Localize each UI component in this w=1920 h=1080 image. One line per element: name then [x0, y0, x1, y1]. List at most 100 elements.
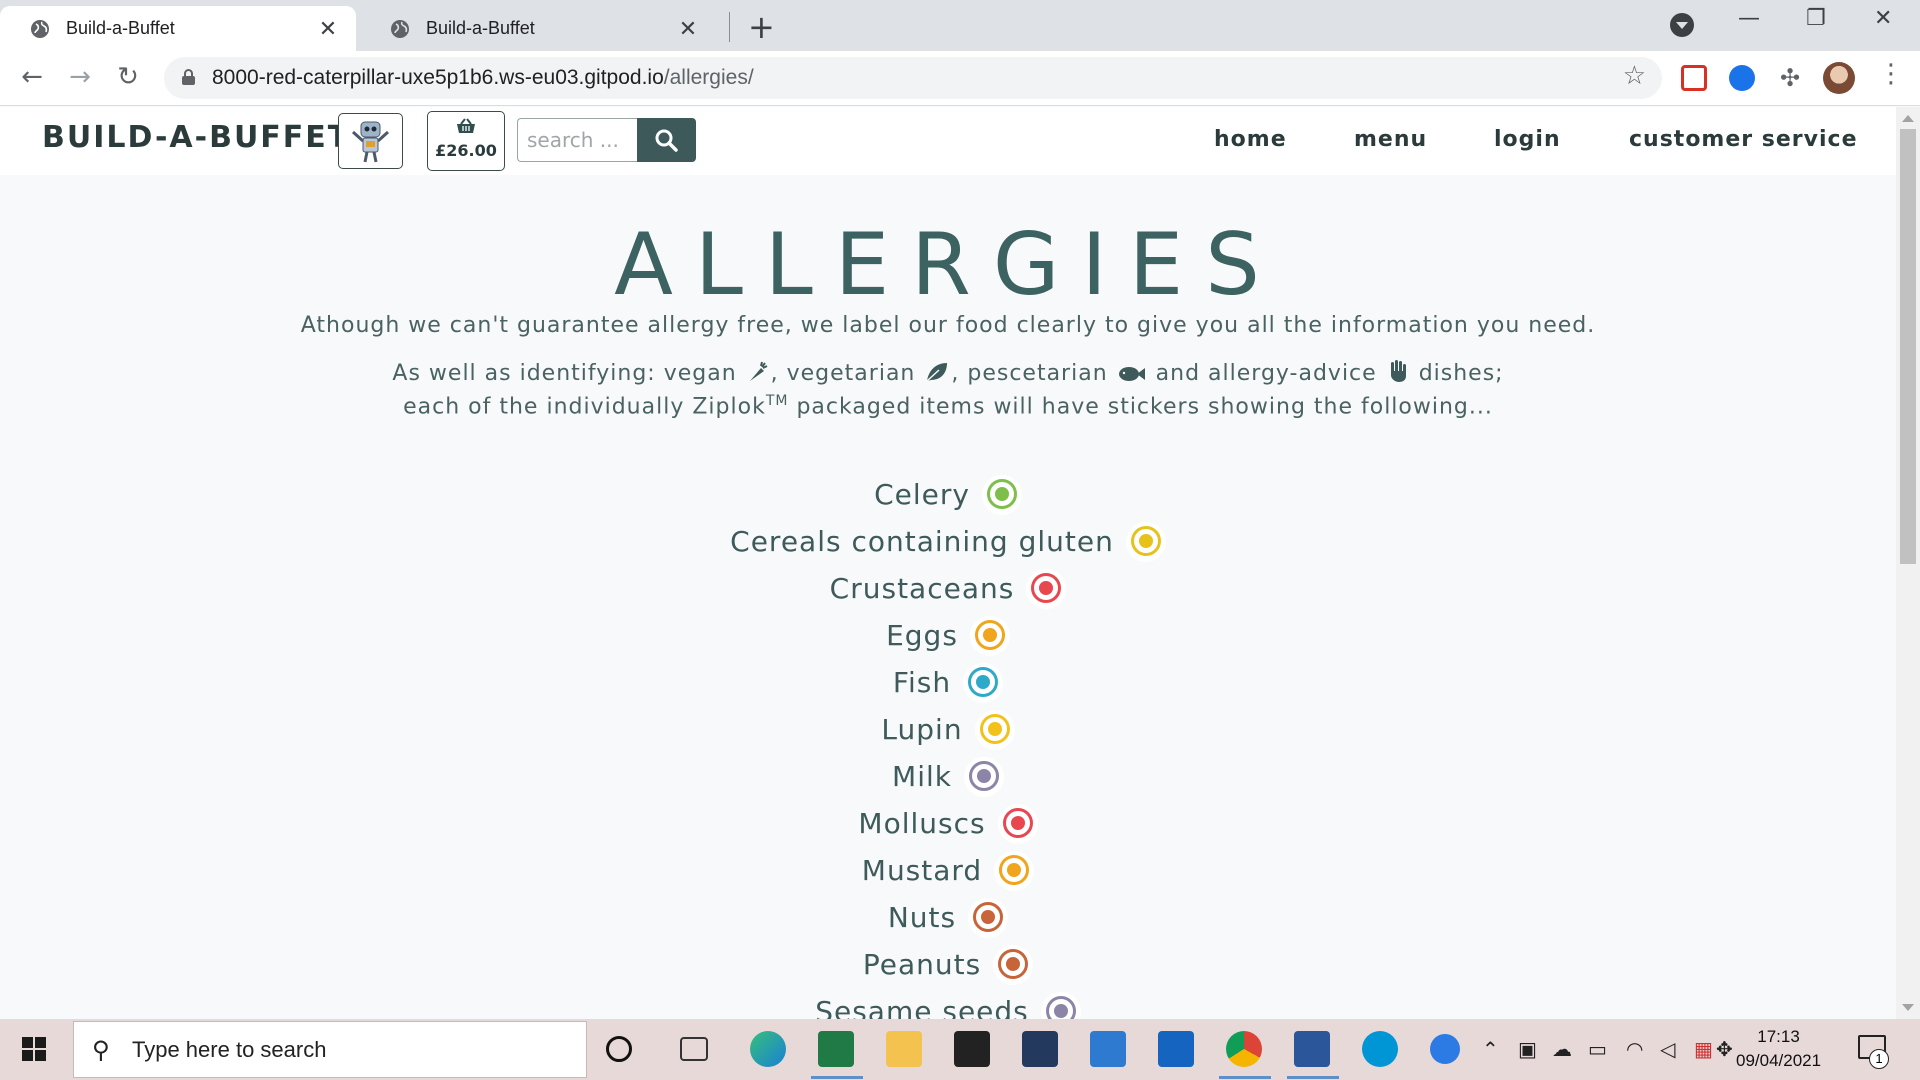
extensions-puzzle-icon[interactable]: ✣ — [1777, 65, 1803, 91]
allergen-name: Peanuts — [862, 948, 982, 981]
volume-icon[interactable]: ◁ — [1660, 1037, 1675, 1061]
allergen-name: Molluscs — [858, 807, 986, 840]
edge-icon[interactable] — [750, 1031, 786, 1067]
battery-icon[interactable]: ▭ — [1588, 1037, 1607, 1061]
chrome-icon[interactable] — [1226, 1031, 1262, 1067]
scroll-thumb[interactable] — [1900, 129, 1916, 564]
fish-icon — [963, 662, 1004, 703]
page-scrollbar[interactable] — [1896, 107, 1920, 1019]
taskbar-search-box[interactable]: ⚲ Type here to search — [73, 1021, 587, 1078]
nav-login[interactable]: login — [1494, 127, 1561, 152]
file-explorer-icon[interactable] — [886, 1031, 922, 1067]
allergen-badge-symbol — [1007, 862, 1022, 877]
globe-icon — [391, 20, 409, 38]
nut-icon — [968, 897, 1009, 938]
cortana-icon[interactable] — [606, 1036, 632, 1062]
allergen-name: Milk — [892, 760, 952, 793]
hand-icon — [1390, 360, 1406, 382]
windows-start-button[interactable] — [22, 1037, 46, 1061]
basket-total: £26.00 — [435, 141, 497, 160]
browser-tab-active[interactable]: Build-a-Buffet ✕ — [0, 6, 356, 51]
nav-customer-service[interactable]: customer service — [1629, 127, 1858, 152]
scroll-up-arrow[interactable] — [1902, 115, 1914, 122]
search-button[interactable] — [637, 118, 696, 162]
clock-date: 09/04/2021 — [1736, 1051, 1822, 1070]
tab-search-icon[interactable] — [1670, 13, 1694, 37]
hp-icon[interactable] — [1362, 1031, 1398, 1067]
mail-icon[interactable] — [1090, 1031, 1126, 1067]
site-brand[interactable]: BUILD-A-BUFFET — [42, 120, 350, 155]
word-icon[interactable] — [1294, 1031, 1330, 1067]
allergen-name: Fish — [892, 666, 952, 699]
basket-button[interactable]: £26.00 — [427, 111, 505, 171]
url-text[interactable]: 8000-red-caterpillar-uxe5p1b6.ws-eu03.gi… — [212, 66, 754, 90]
tab-title: Build-a-Buffet — [426, 18, 535, 38]
powershell-icon[interactable] — [1022, 1031, 1058, 1067]
search-input[interactable] — [517, 118, 638, 162]
back-button[interactable]: ← — [14, 59, 50, 95]
taskbar-clock[interactable]: 17:13 09/04/2021 — [1736, 1025, 1821, 1073]
calendar-badge-icon[interactable]: ▦ — [1694, 1037, 1713, 1061]
celery-icon — [981, 474, 1022, 515]
lock-icon[interactable] — [182, 69, 195, 85]
search-icon — [655, 129, 678, 152]
intro-text: Athough we can't guarantee allergy free,… — [300, 313, 1596, 338]
wifi-icon[interactable]: ◠ — [1626, 1037, 1643, 1061]
shield-extension-icon[interactable] — [1729, 65, 1755, 91]
outlook-icon[interactable] — [1158, 1031, 1194, 1067]
lupin-icon — [974, 709, 1015, 750]
minimize-button[interactable]: — — [1738, 6, 1760, 31]
close-tab-icon[interactable]: ✕ — [316, 16, 340, 42]
reload-button[interactable]: ↻ — [110, 59, 146, 95]
scroll-down-arrow[interactable] — [1902, 1004, 1914, 1011]
allergen-name: Nuts — [887, 901, 957, 934]
help-icon[interactable] — [1430, 1034, 1460, 1064]
address-bar[interactable]: 8000-red-caterpillar-uxe5p1b6.ws-eu03.gi… — [164, 57, 1662, 99]
nav-menu[interactable]: menu — [1354, 127, 1427, 152]
forward-button[interactable]: → — [62, 59, 98, 95]
crab-icon — [1026, 568, 1067, 609]
new-tab-button[interactable]: + — [748, 8, 775, 46]
browser-menu-icon[interactable]: ⋮ — [1878, 59, 1904, 89]
excel-icon[interactable] — [818, 1031, 854, 1067]
diet-labels-text: As well as identifying: vegan , vegetari… — [392, 360, 1504, 386]
profile-avatar[interactable] — [1823, 62, 1855, 94]
allergen-badge-symbol — [1039, 580, 1054, 595]
leaf-icon — [926, 363, 948, 382]
word-active-indicator — [1287, 1076, 1339, 1079]
onedrive-icon[interactable]: ☁ — [1552, 1037, 1572, 1061]
bookmark-star-icon[interactable]: ☆ — [1623, 61, 1646, 91]
allergen-row: Mustard — [0, 847, 1896, 894]
browser-tab[interactable]: Build-a-Buffet ✕ — [360, 6, 716, 51]
close-tab-icon[interactable]: ✕ — [676, 16, 700, 42]
notification-count: 1 — [1869, 1049, 1889, 1069]
allergen-row: Lupin — [0, 706, 1896, 753]
globe-icon — [31, 20, 49, 38]
allergen-name: Lupin — [881, 713, 963, 746]
pocket-extension-icon[interactable] — [1681, 65, 1707, 91]
browser-toolbar: ← → ↻ 8000-red-caterpillar-uxe5p1b6.ws-e… — [0, 51, 1920, 106]
store-icon[interactable] — [954, 1031, 990, 1067]
shell-icon — [997, 803, 1038, 844]
nav-home[interactable]: home — [1214, 127, 1287, 152]
robot-logo-button[interactable] — [338, 113, 403, 169]
allergen-row: Molluscs — [0, 800, 1896, 847]
allergen-badge-symbol — [994, 486, 1009, 501]
allergen-row: Crustaceans — [0, 565, 1896, 612]
restore-button[interactable]: ❐ — [1806, 6, 1826, 31]
browser-tab-bar: Build-a-Buffet ✕ Build-a-Buffet ✕ + — ❐ … — [0, 0, 1920, 51]
site-header: BUILD-A-BUFFET £26.00 search ... home me… — [0, 107, 1896, 175]
meet-now-icon[interactable]: ▣ — [1518, 1037, 1537, 1061]
chrome-active-indicator — [1219, 1076, 1271, 1079]
egg-icon — [969, 615, 1010, 656]
tray-expand-icon[interactable]: ⌃ — [1482, 1037, 1499, 1061]
allergen-name: Celery — [874, 478, 970, 511]
fish-icon — [1118, 367, 1145, 381]
allergen-badge-symbol — [976, 768, 991, 783]
allergen-row: Eggs — [0, 612, 1896, 659]
close-window-button[interactable]: ✕ — [1874, 6, 1892, 31]
dropbox-icon[interactable]: ✥ — [1716, 1037, 1733, 1061]
task-view-icon[interactable] — [680, 1037, 708, 1061]
allergen-name: Sesame seeds — [815, 995, 1029, 1019]
allergen-badge-symbol — [1138, 533, 1153, 548]
